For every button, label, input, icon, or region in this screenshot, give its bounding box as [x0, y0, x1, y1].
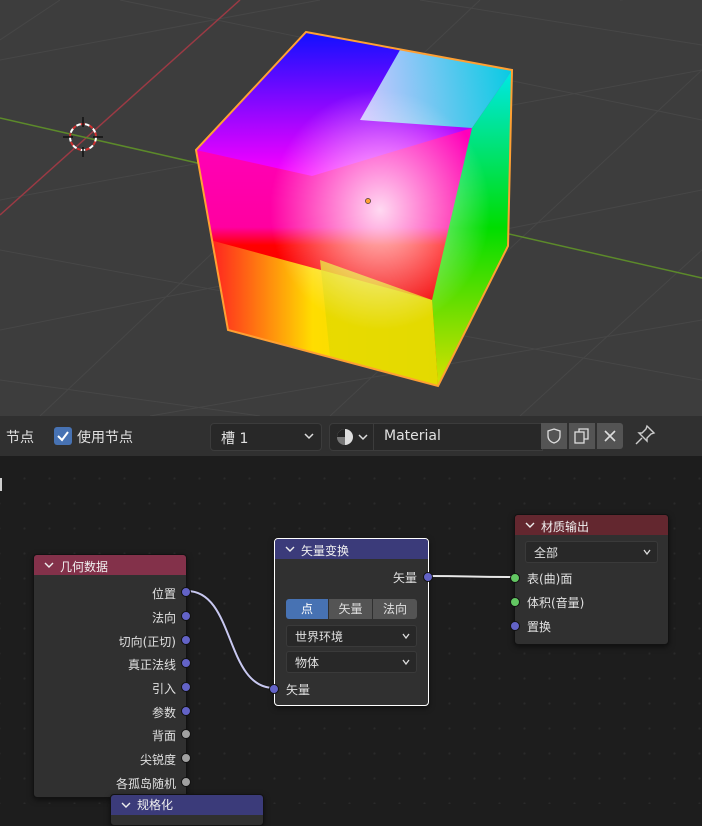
copy-icon	[574, 428, 589, 444]
render-target-dropdown[interactable]: 全部	[525, 541, 658, 563]
nodes-menu[interactable]: 节点	[6, 427, 34, 447]
duplicate-material-button[interactable]	[569, 423, 595, 449]
socket-vector-output[interactable]	[423, 572, 433, 582]
output-incoming: 引入	[151, 682, 176, 696]
chevron-down-icon[interactable]	[285, 545, 295, 553]
chevron-down-icon	[358, 434, 368, 441]
mode-point-button[interactable]: 点	[286, 599, 328, 619]
mode-vector-button[interactable]: 矢量	[329, 599, 372, 619]
socket-pointiness[interactable]	[181, 753, 191, 763]
output-random-per-island: 各孤岛随机	[115, 777, 176, 791]
transform-type-selector[interactable]: 点 矢量 法向	[286, 599, 417, 619]
output-position: 位置	[151, 587, 176, 601]
viewport-scene	[0, 0, 702, 416]
chevron-down-icon	[402, 633, 410, 639]
3d-viewport[interactable]	[0, 0, 702, 416]
vector-transform-node[interactable]: 矢量变换 矢量 点 矢量 法向 世界环境 物体 矢量	[274, 538, 429, 706]
chevron-down-icon	[304, 433, 314, 440]
normalize-node[interactable]: 规格化	[110, 794, 264, 826]
close-icon	[604, 430, 616, 442]
socket-true-normal[interactable]	[181, 658, 191, 668]
input-displacement-label: 置换	[527, 620, 552, 634]
chevron-down-icon[interactable]	[44, 561, 54, 569]
output-backfacing: 背面	[151, 729, 176, 743]
convert-from-dropdown[interactable]: 世界环境	[286, 625, 417, 647]
output-pointiness: 尖锐度	[139, 753, 176, 767]
socket-tangent[interactable]	[181, 635, 191, 645]
unlink-material-button[interactable]	[597, 423, 623, 449]
vector-transform-node-title: 矢量变换	[301, 544, 350, 558]
text-cursor	[0, 478, 2, 491]
convert-from-value: 世界环境	[295, 630, 344, 644]
socket-incoming[interactable]	[181, 682, 191, 692]
material-sphere-icon	[337, 429, 353, 445]
input-surface-label: 表(曲)面	[527, 572, 573, 586]
material-output-node-header[interactable]: 材质输出	[515, 515, 668, 535]
input-volume-label: 体积(音量)	[527, 596, 585, 610]
normalize-node-header[interactable]: 规格化	[111, 795, 263, 815]
socket-position[interactable]	[181, 587, 191, 597]
use-nodes-checkbox[interactable]	[54, 427, 72, 445]
material-browse-button[interactable]	[329, 423, 375, 451]
socket-surface[interactable]	[510, 573, 520, 583]
output-parametric: 参数	[151, 706, 176, 720]
socket-parametric[interactable]	[181, 706, 191, 716]
material-name-field[interactable]: Material	[373, 423, 543, 451]
slot-value: 槽 1	[221, 431, 249, 447]
input-vector-label: 矢量	[286, 683, 311, 697]
chevron-down-icon[interactable]	[121, 801, 131, 809]
socket-volume[interactable]	[510, 597, 520, 607]
mode-normal-button[interactable]: 法向	[373, 599, 417, 619]
vector-transform-node-header[interactable]: 矢量变换	[275, 539, 428, 559]
pin-icon	[635, 424, 656, 445]
socket-random-per-island[interactable]	[181, 777, 191, 787]
chevron-down-icon	[402, 659, 410, 665]
chevron-down-icon	[643, 549, 651, 555]
geometry-node-title: 几何数据	[60, 560, 109, 574]
socket-backfacing[interactable]	[181, 729, 191, 739]
convert-to-value: 物体	[295, 656, 320, 670]
geometry-node[interactable]: 几何数据 位置 法向 切向(正切) 真正法线 引入 参数 背面 尖锐度 各孤岛随…	[33, 554, 187, 798]
use-nodes-label: 使用节点	[77, 430, 133, 446]
slot-dropdown[interactable]: 槽 1	[210, 423, 322, 451]
convert-to-dropdown[interactable]: 物体	[286, 651, 417, 673]
geometry-node-header[interactable]: 几何数据	[34, 555, 186, 575]
pin-button[interactable]	[634, 424, 658, 448]
socket-vector-input[interactable]	[269, 684, 279, 694]
shield-icon	[547, 428, 561, 444]
chevron-down-icon[interactable]	[525, 521, 535, 529]
render-target-value: 全部	[534, 546, 559, 560]
output-normal: 法向	[151, 611, 176, 625]
checkmark-icon	[57, 431, 69, 442]
output-vector-label: 矢量	[392, 571, 417, 585]
material-output-node[interactable]: 材质输出 全部 表(曲)面 体积(音量) 置换	[514, 514, 669, 645]
material-output-node-title: 材质输出	[541, 520, 590, 534]
material-name: Material	[384, 428, 441, 444]
socket-displacement[interactable]	[510, 621, 520, 631]
normalize-node-title: 规格化	[137, 798, 174, 812]
fake-user-button[interactable]	[541, 423, 567, 449]
socket-normal[interactable]	[181, 611, 191, 621]
output-tangent: 切向(正切)	[118, 635, 176, 649]
output-true-normal: 真正法线	[127, 658, 176, 672]
